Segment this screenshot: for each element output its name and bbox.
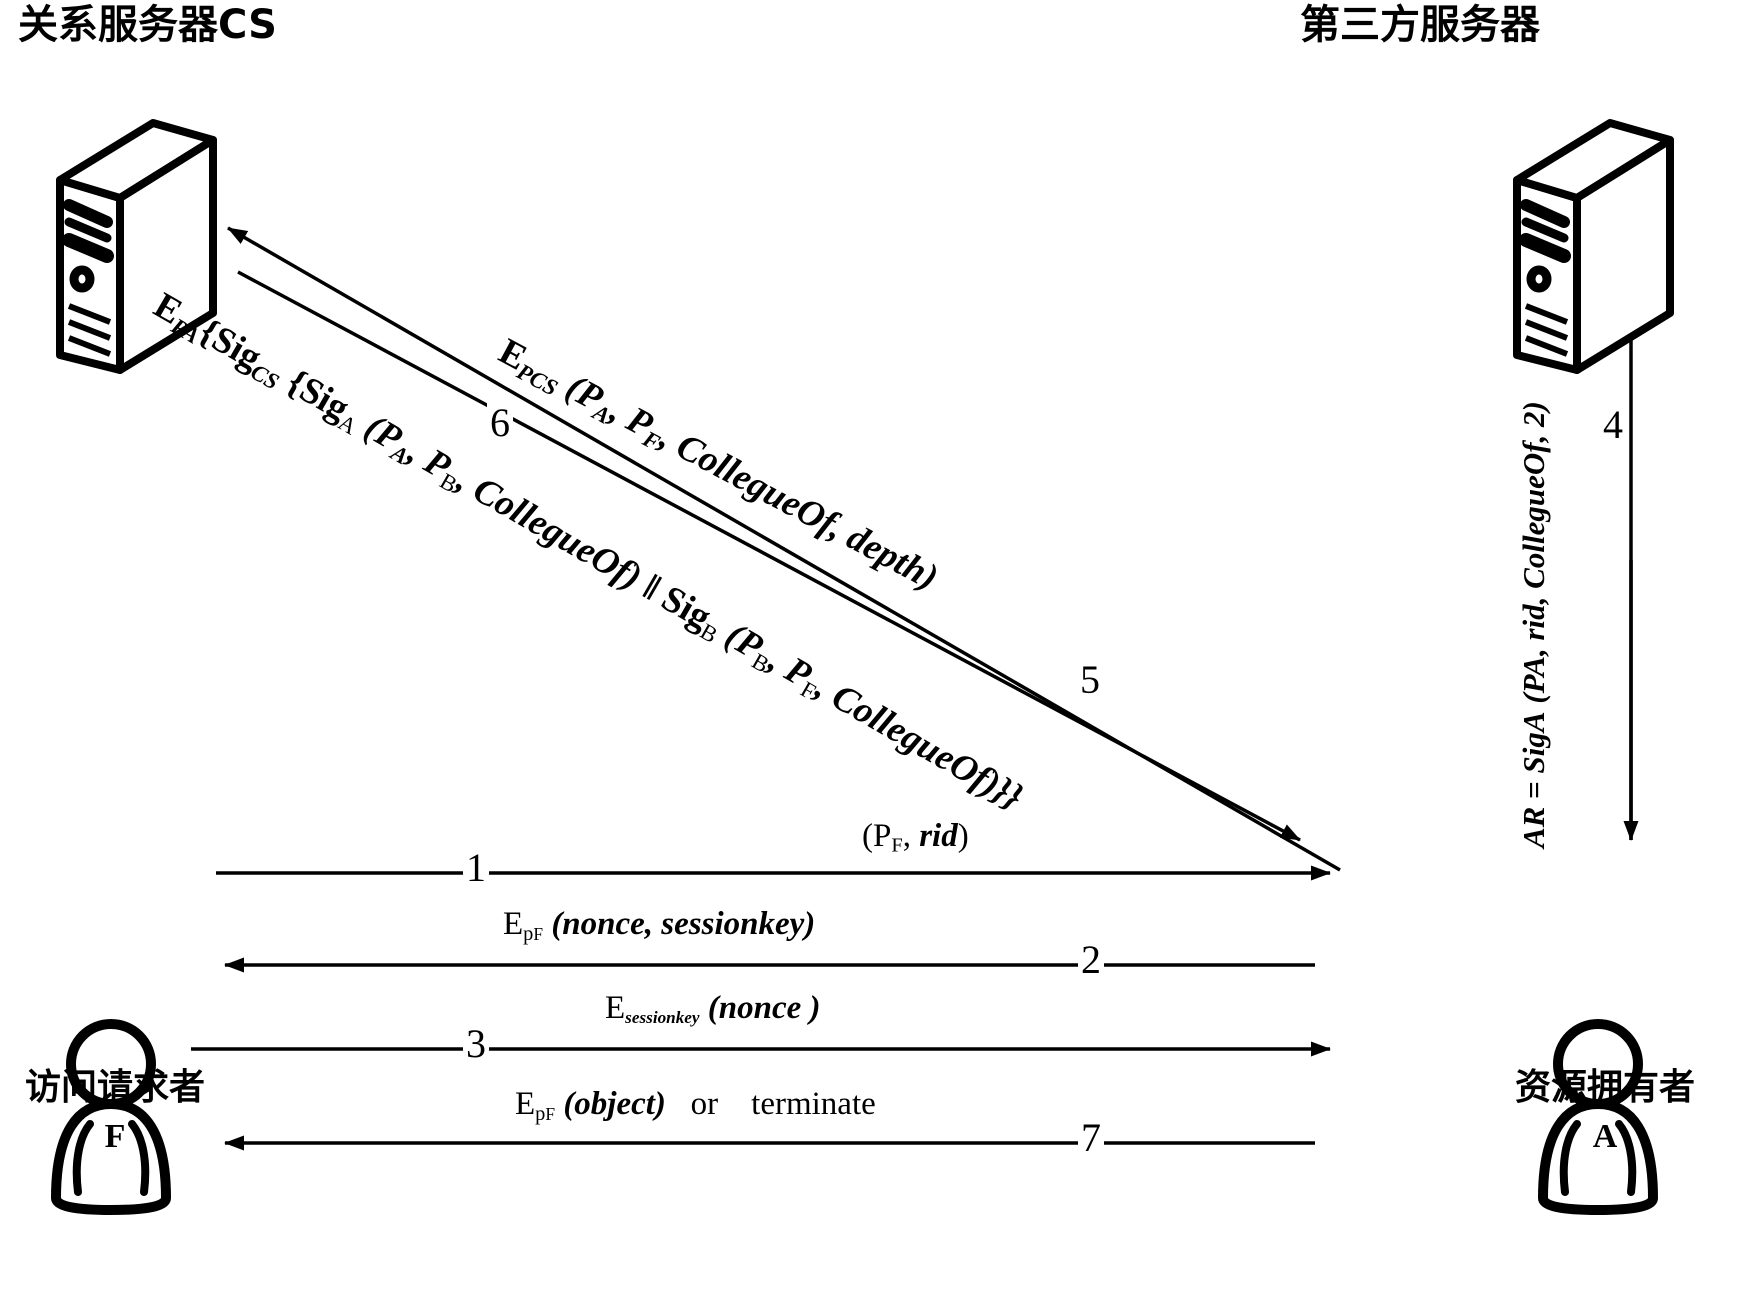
- actor-title-f: 访问请求者: [24, 1067, 205, 1108]
- server-icon-tps: [1513, 119, 1674, 374]
- message-5-number: 5: [1077, 660, 1103, 700]
- message-7-label: EpF (object) or terminate: [515, 1086, 876, 1125]
- message-1-label: (PF, rid): [862, 818, 969, 857]
- actor-code-a: A: [1592, 1118, 1618, 1155]
- message-2-label: EpF (nonce, sessionkey): [503, 906, 816, 945]
- message-3-number: 3: [463, 1024, 489, 1064]
- message-4-label: AR = SigA (PA, rid, CollegueOf, 2): [1516, 401, 1551, 848]
- actor-title-a: 资源拥有者: [1514, 1067, 1695, 1108]
- node-title-tps: 第三方服务器: [1300, 2, 1540, 48]
- message-6-number: 6: [487, 403, 513, 443]
- message-2-number: 2: [1078, 940, 1104, 980]
- message-3-label: Esessionkey (nonce ): [605, 990, 821, 1027]
- actor-code-f: F: [104, 1118, 126, 1155]
- user-icon-a: [1538, 1019, 1658, 1215]
- message-1-number: 1: [463, 848, 489, 888]
- message-4-number: 4: [1600, 405, 1626, 445]
- message-7-number: 7: [1078, 1118, 1104, 1158]
- diagram-canvas: 关系服务器CS 第三方服务器 访问请求者 F 资源拥有者 A EPCS (PA,…: [0, 0, 1749, 1308]
- user-icon-f: [51, 1019, 171, 1215]
- node-title-cs: 关系服务器CS: [18, 2, 277, 48]
